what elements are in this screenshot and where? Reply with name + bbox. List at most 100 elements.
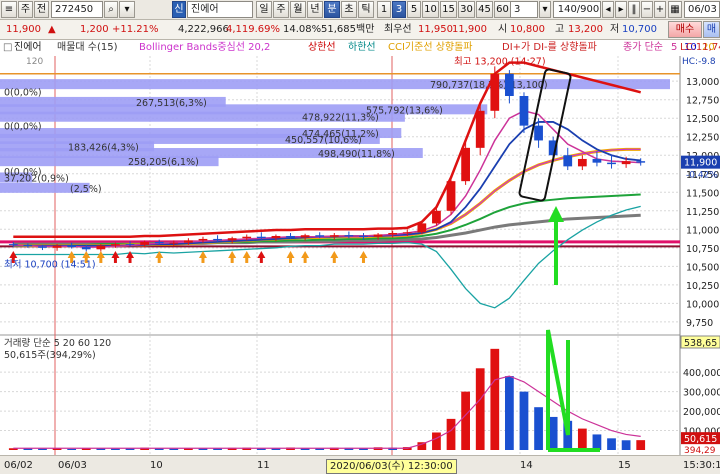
high-label: 고 [555,24,565,35]
candle-body [67,245,77,248]
signal-arrow-stem [157,257,161,263]
period-button-4[interactable]: 분 [324,1,340,18]
ju-button[interactable]: 주 [18,1,33,18]
date-field[interactable]: 06/03 [684,1,720,18]
period-button-0[interactable]: 일 [256,1,272,18]
annotation-low: 최저 10,700 (14:51) [4,260,96,271]
candle-body [96,245,106,250]
candle-body [286,235,295,238]
volume-profile-label: 498,490(11,8%) [318,149,395,160]
minute-button-15[interactable]: 15 [440,1,457,18]
volume-bar [621,440,631,450]
change-up-icon: ▲ [48,24,56,35]
price-tick-label: 10,000 [686,299,719,310]
signal-arrow-stem [113,257,117,263]
candle-body [81,247,91,250]
period-button-6[interactable]: 틱 [358,1,374,18]
volume-bar [505,376,514,450]
candle-body [8,244,18,246]
volume-profile-label: 37,202(0,9%) [4,173,69,184]
volume-ma-value: 538,65 [684,338,717,349]
volume-bar [607,438,616,450]
minute-button-60[interactable]: 60 [494,1,511,18]
candle-count-field[interactable]: 140/900 [553,1,601,18]
period-button-5[interactable]: 초 [341,1,357,18]
signal-arrow-stem [245,257,249,263]
candle-body [52,245,62,248]
stock-name-field[interactable]: 진에어 [187,1,253,18]
price-tick-label: 10,250 [686,281,719,292]
candle-body [198,238,208,241]
signal-arrow-stem [332,257,336,263]
volume-bar [519,391,529,450]
price-chart[interactable]: 13,00012,75012,50012,25012,00011,75011,5… [0,40,720,455]
period-button-2[interactable]: 월 [290,1,306,18]
zoom-out-icon[interactable]: − [641,1,653,18]
volume-bar [461,391,470,450]
minute-button-3[interactable]: 3 [392,1,406,18]
panel-menu-button[interactable]: ≡ [1,1,17,18]
candle-body [300,235,310,238]
change-value: 1,200 [80,24,109,35]
minute-button-10[interactable]: 10 [422,1,439,18]
candle-body [432,210,441,224]
candle-body [184,240,193,243]
period-button-3[interactable]: 년 [307,1,323,18]
low-label: 저 [610,24,620,35]
buy-button[interactable]: 매수 [668,21,702,38]
volume-title: 거래량 단순 5 20 60 120 [4,337,111,349]
sell-button[interactable]: 매 [703,21,720,38]
candle-body [373,234,383,237]
minute-button-30[interactable]: 30 [458,1,475,18]
candle-body [329,235,339,237]
calendar-icon[interactable]: ▦ [668,1,682,18]
price-tick-label: 9,750 [686,318,713,329]
volume-profile-label: 478,922(11,3%) [302,113,379,124]
signal-arrow-stem [230,257,234,263]
minute-button-1[interactable]: 1 [377,1,391,18]
candle-body [169,242,179,244]
time-axis-right-label: 15:30:1 [683,460,720,471]
trade-amount: 51,685백만 [321,24,375,35]
search-icon[interactable]: ⌕ [104,1,118,18]
volume-profile-label: 450,557(10,6%) [285,135,362,146]
minute-button-45[interactable]: 45 [476,1,493,18]
candle-body [475,110,485,148]
open-price: 10,800 [510,24,545,35]
price-tick-label: 11,500 [686,188,719,199]
minute-button-5[interactable]: 5 [407,1,421,18]
change-percent: +11.21% [112,24,159,35]
candle-body [227,238,237,241]
annotation-high: 최고 13,200 (14:27) [454,56,546,67]
chart-window: ≡ 주 전 272450 ⌕ ▾ 신 진에어 일주월년분초틱 1 3 5 10 15 30… [0,0,720,474]
best-price-label: 최우선 [384,24,412,35]
period-button-1[interactable]: 주 [273,1,289,18]
stock-code-field[interactable]: 272450 [51,1,103,18]
candle-body [621,161,631,165]
zoom-in-icon[interactable]: + [654,1,666,18]
scroll-left-icon[interactable]: ◂ [602,1,614,18]
jeon-button[interactable]: 전 [34,1,49,18]
candle-body [23,244,33,247]
candle-body [125,244,135,246]
candle-body [359,235,368,237]
candle-body [592,158,602,163]
best-ask: 11,950 [418,24,453,35]
dropdown-icon[interactable]: ▾ [119,1,135,18]
candle-body [505,73,514,96]
volume-tick-label: 400,000 [683,368,720,379]
candle-body [256,236,266,239]
play-icon[interactable]: ▸ [615,1,627,18]
interval-dropdown-icon[interactable]: ▾ [539,1,551,18]
candle-body [315,235,325,237]
pause-icon[interactable]: ‖ [628,1,640,18]
candle-body [242,236,252,239]
interval-select[interactable]: 3 [510,1,538,18]
volume-bar [432,432,441,450]
time-label-0: 06/02 [4,460,33,471]
signal-arrow-stem [128,257,132,263]
volume-bar [548,416,558,450]
candle-body [213,238,222,241]
volume-label: 50,615주(394,29%) [4,350,96,361]
current-price-pct: -0.42% [686,171,718,181]
